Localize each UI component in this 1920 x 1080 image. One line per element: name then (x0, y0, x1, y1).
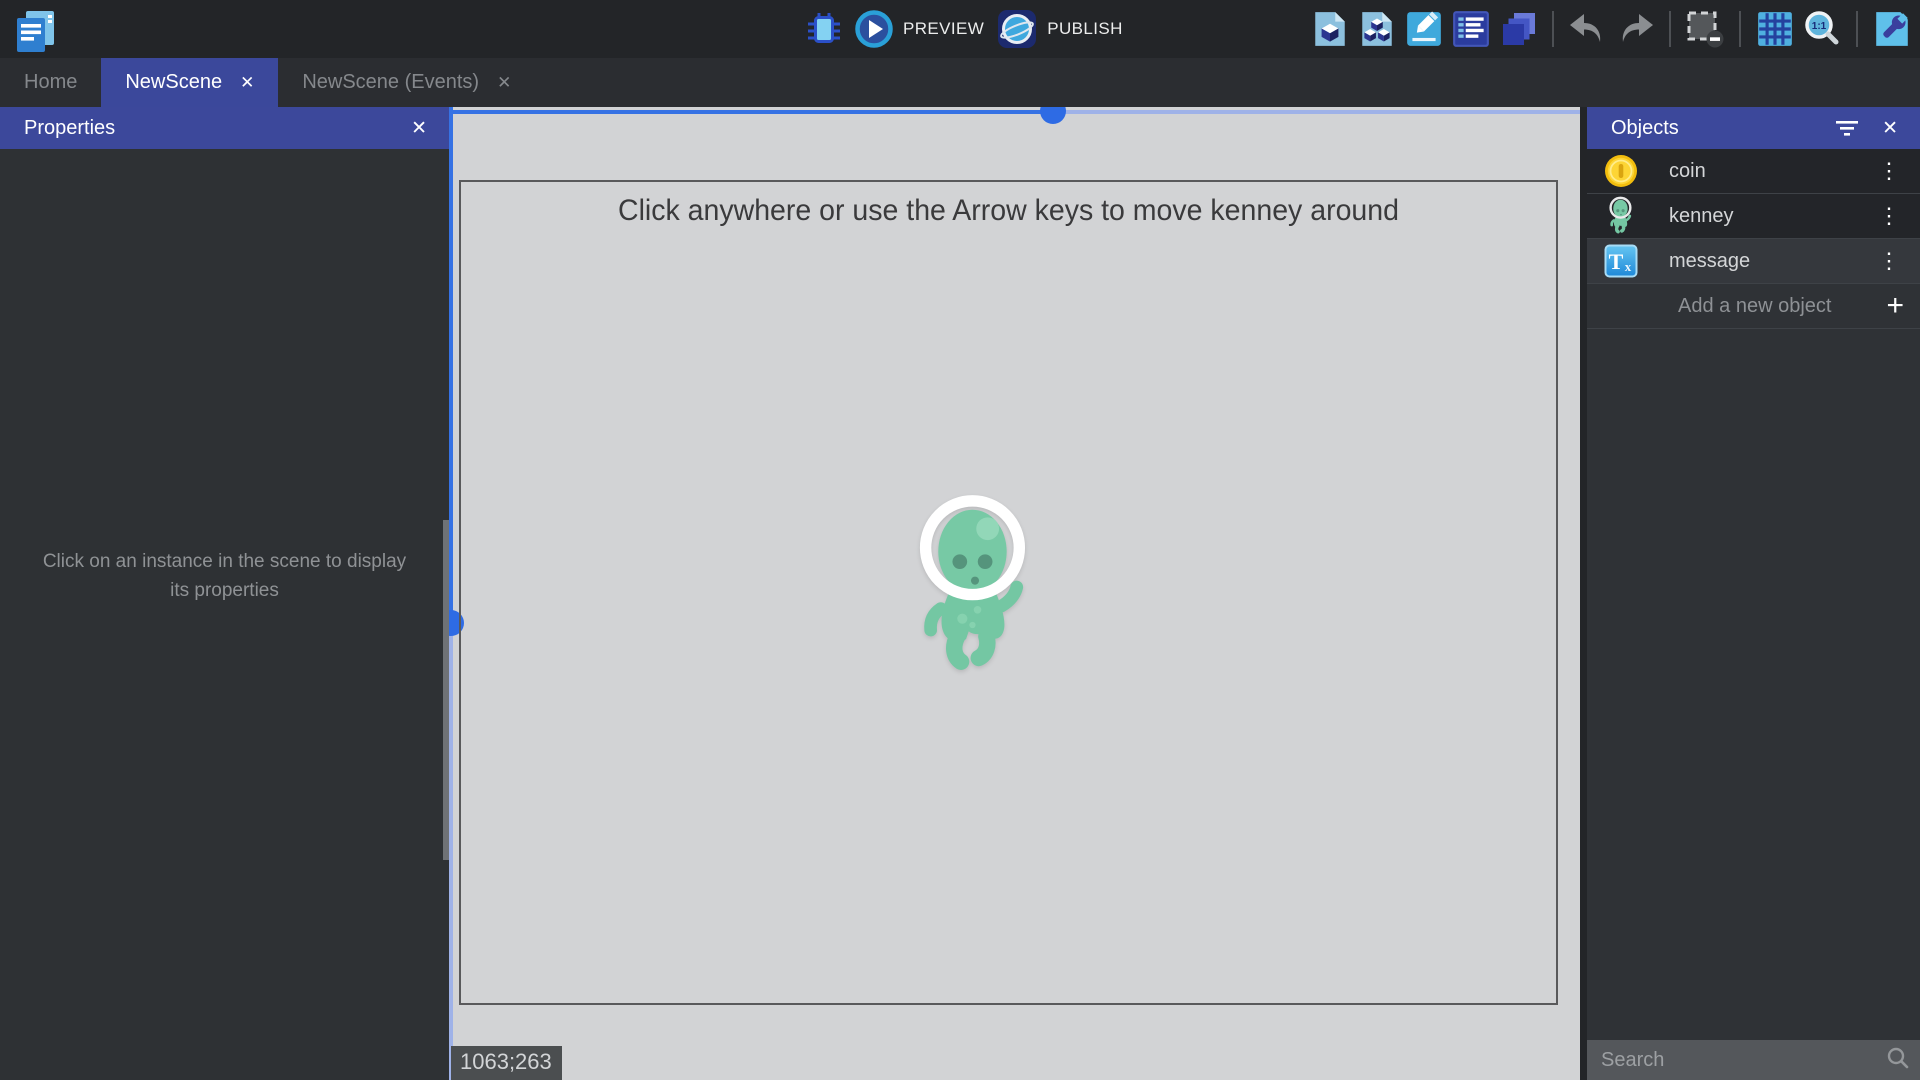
preview-label: PREVIEW (903, 19, 984, 39)
object-label: kenney (1669, 205, 1868, 228)
object-row-message[interactable]: T x message ⋮ (1587, 239, 1920, 284)
toolbar-separator (1669, 11, 1671, 47)
object-label: coin (1669, 160, 1868, 183)
text-object-x: x (1625, 259, 1632, 274)
selection-handle-top[interactable] (1040, 107, 1066, 124)
coin-icon (1604, 154, 1638, 188)
toolbox-icon[interactable] (1872, 9, 1912, 49)
properties-title: Properties (24, 117, 115, 140)
toolbar-separator (1739, 11, 1741, 47)
preview-button[interactable]: PREVIEW (854, 9, 984, 49)
selection-edge-left-light (449, 623, 453, 1080)
object-row-kenney[interactable]: kenney ⋮ (1587, 194, 1920, 239)
scene-canvas[interactable]: Click anywhere or use the Arrow keys to … (449, 107, 1580, 1080)
layers-icon[interactable] (1498, 9, 1538, 49)
redo-icon[interactable] (1615, 9, 1655, 49)
zoom-actual-label: 1:1 (1812, 21, 1827, 32)
objects-search-bar (1587, 1040, 1920, 1080)
object-row-coin[interactable]: coin ⋮ (1587, 149, 1920, 194)
grid-icon[interactable] (1755, 9, 1795, 49)
overflow-menu-icon[interactable]: ⋮ (1868, 252, 1910, 270)
publish-button[interactable]: PUBLISH (996, 8, 1123, 50)
properties-empty-message: Click on an instance in the scene to dis… (0, 547, 449, 605)
project-manager-icon[interactable] (12, 7, 58, 53)
add-object-label: Add a new object (1587, 295, 1870, 318)
play-circle-icon (854, 9, 894, 49)
close-icon[interactable]: ✕ (240, 73, 254, 93)
close-icon[interactable]: ✕ (497, 73, 511, 93)
preview-publish-group: PREVIEW PUBLISH (806, 0, 1123, 58)
text-object-T: T (1609, 249, 1624, 274)
zoom-actual-icon[interactable]: 1:1 (1802, 9, 1842, 49)
overflow-menu-icon[interactable]: ⋮ (1868, 162, 1910, 180)
scene-instances-icon[interactable] (1357, 9, 1397, 49)
publish-globe-icon (996, 8, 1038, 50)
undo-icon[interactable] (1568, 9, 1608, 49)
tab-bar: Home NewScene ✕ NewScene (Events) ✕ (0, 58, 1920, 107)
publish-label: PUBLISH (1047, 19, 1123, 39)
gdevelop-window: PREVIEW PUBLISH (0, 0, 1920, 1080)
open-scene-editor-icon[interactable] (1310, 9, 1350, 49)
close-icon[interactable]: ✕ (403, 117, 435, 140)
tab-newscene-events[interactable]: NewScene (Events) ✕ (278, 58, 535, 107)
properties-panel: Properties ✕ Click on an instance in the… (0, 107, 449, 1080)
objects-panel: Objects ✕ coin ⋮ (1587, 107, 1920, 1080)
selection-edge-left (449, 107, 453, 623)
tab-newscene-events-label: NewScene (Events) (302, 71, 479, 94)
kenney-sprite-icon (1606, 196, 1636, 236)
tab-home[interactable]: Home (0, 58, 101, 107)
panel-gap (1580, 107, 1587, 1080)
close-icon[interactable]: ✕ (1874, 117, 1906, 140)
objects-header: Objects ✕ (1587, 107, 1920, 149)
toolbar-separator (1552, 11, 1554, 47)
kenney-sprite-instance[interactable] (905, 492, 1045, 682)
edit-scene-pencil-icon[interactable] (1404, 9, 1444, 49)
add-object-button[interactable]: Add a new object + (1587, 284, 1920, 329)
deselect-icon[interactable] (1685, 9, 1725, 49)
toolbar-separator (1856, 11, 1858, 47)
plus-icon: + (1870, 289, 1920, 323)
overflow-menu-icon[interactable]: ⋮ (1868, 207, 1910, 225)
editor-toolbar: 1:1 (1310, 0, 1912, 58)
cursor-coordinates: 1063;263 (451, 1046, 562, 1080)
tab-home-label: Home (24, 71, 77, 94)
tab-newscene-label: NewScene (125, 71, 222, 94)
instances-list-icon[interactable] (1451, 9, 1491, 49)
filter-icon[interactable] (1834, 118, 1860, 138)
tab-newscene[interactable]: NewScene ✕ (101, 58, 278, 107)
top-toolbar: PREVIEW PUBLISH (0, 0, 1920, 58)
scene-text-instance[interactable]: Click anywhere or use the Arrow keys to … (488, 194, 1528, 228)
text-object-icon: T x (1604, 244, 1638, 278)
objects-title: Objects (1611, 117, 1679, 140)
properties-header: Properties ✕ (0, 107, 449, 149)
debug-bug-icon[interactable] (806, 11, 842, 47)
search-icon[interactable] (1886, 1046, 1910, 1070)
search-input[interactable] (1587, 1049, 1882, 1072)
selection-edge-top-light (1053, 110, 1580, 114)
selection-edge-top (449, 110, 1053, 114)
object-label: message (1669, 250, 1868, 273)
